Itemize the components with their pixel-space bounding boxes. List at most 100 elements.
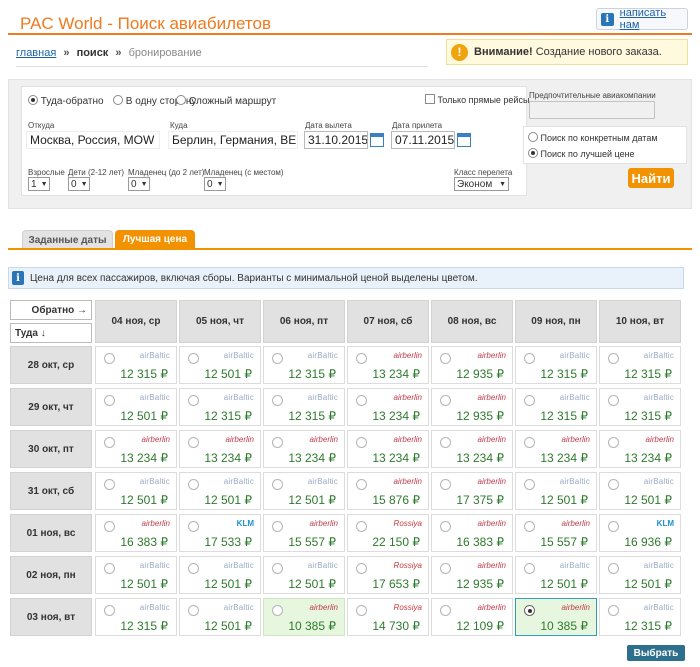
radio-icon[interactable] [188,479,199,490]
price-cell[interactable]: airberlin 15 557 ₽ [515,514,597,552]
price-cell[interactable]: airberlin 13 234 ₽ [347,430,429,468]
radio-icon[interactable] [104,395,115,406]
infants-seat-select[interactable]: 0 ▼ [204,177,226,191]
infants-select[interactable]: 0 ▼ [128,177,150,191]
tab-best-price[interactable]: Лучшая цена [115,230,195,249]
radio-icon[interactable] [608,353,619,364]
price-cell[interactable]: airBaltic 12 315 ₽ [179,388,261,426]
radio-icon[interactable] [440,479,451,490]
calendar-icon[interactable] [370,133,384,147]
radio-icon[interactable] [188,563,199,574]
price-cell[interactable]: KLM 16 936 ₽ [599,514,681,552]
price-cell[interactable]: airBaltic 12 501 ₽ [515,472,597,510]
price-cell[interactable]: airBaltic 12 315 ₽ [599,598,681,636]
price-cell[interactable]: airBaltic 12 501 ₽ [179,598,261,636]
radio-icon[interactable] [524,437,535,448]
price-cell[interactable]: airberlin 10 385 ₽ [263,598,345,636]
price-cell[interactable]: airberlin 13 234 ₽ [347,346,429,384]
radio-icon[interactable] [608,521,619,532]
radio-icon[interactable] [104,437,115,448]
price-cell[interactable]: airberlin 16 383 ₽ [95,514,177,552]
radio-icon[interactable] [524,521,535,532]
radio-icon[interactable] [356,563,367,574]
trip-type-roundtrip[interactable]: Туда-обратно [28,95,104,107]
radio-icon[interactable] [188,437,199,448]
radio-icon[interactable] [272,563,283,574]
price-cell[interactable]: airberlin 12 935 ₽ [431,388,513,426]
radio-icon[interactable] [272,353,283,364]
price-cell[interactable]: KLM 17 533 ₽ [179,514,261,552]
price-cell[interactable]: airberlin 13 234 ₽ [431,430,513,468]
airlines-field[interactable] [529,101,655,119]
price-cell[interactable]: airBaltic 12 501 ₽ [599,472,681,510]
radio-icon[interactable] [440,605,451,616]
tab-set-dates[interactable]: Заданные даты [22,230,113,249]
radio-icon[interactable] [528,148,538,158]
price-cell[interactable]: airBaltic 12 315 ₽ [263,346,345,384]
radio-icon[interactable] [608,395,619,406]
price-cell[interactable]: airBaltic 12 315 ₽ [263,388,345,426]
price-cell[interactable]: airBaltic 12 501 ₽ [179,472,261,510]
price-cell[interactable]: airBaltic 12 501 ₽ [95,388,177,426]
price-cell[interactable]: airBaltic 12 501 ₽ [263,556,345,594]
price-cell[interactable]: airBaltic 12 501 ₽ [95,556,177,594]
choose-button[interactable]: Выбрать [627,645,685,661]
radio-icon[interactable] [356,395,367,406]
price-cell[interactable]: airberlin 12 935 ₽ [431,556,513,594]
write-us-link[interactable]: написать нам [620,7,687,31]
price-cell[interactable]: airberlin 13 234 ₽ [95,430,177,468]
radio-icon[interactable] [608,605,619,616]
radio-icon[interactable] [176,95,186,105]
radio-icon[interactable] [524,395,535,406]
trip-type-complex[interactable]: Сложный маршрут [176,95,276,107]
return-date-field[interactable]: 07.11.2015 [391,131,455,149]
radio-icon[interactable] [104,479,115,490]
radio-icon[interactable] [356,479,367,490]
radio-icon[interactable] [188,521,199,532]
price-cell[interactable]: airberlin 17 375 ₽ [431,472,513,510]
breadcrumb-home-link[interactable]: главная [16,47,56,59]
radio-icon[interactable] [104,605,115,616]
radio-icon[interactable] [188,605,199,616]
price-cell[interactable]: airBaltic 12 315 ₽ [599,388,681,426]
price-cell[interactable]: airBaltic 12 315 ₽ [515,346,597,384]
class-select[interactable]: Эконом ▼ [454,177,509,191]
radio-icon[interactable] [356,437,367,448]
price-cell[interactable]: airBaltic 12 501 ₽ [515,556,597,594]
radio-icon[interactable] [440,563,451,574]
checkbox-icon[interactable] [425,94,435,104]
radio-icon[interactable] [272,437,283,448]
price-cell[interactable]: airBaltic 12 315 ₽ [599,346,681,384]
price-cell[interactable]: airberlin 13 234 ₽ [599,430,681,468]
radio-icon[interactable] [104,563,115,574]
radio-icon[interactable] [440,437,451,448]
price-cell[interactable]: airBaltic 12 501 ₽ [179,556,261,594]
children-select[interactable]: 0 ▼ [68,177,90,191]
radio-icon[interactable] [356,521,367,532]
to-field[interactable]: Берлин, Германия, BER [168,131,298,149]
mode-exact-dates[interactable]: Поиск по конкретным датам [528,132,658,143]
price-cell[interactable]: airBaltic 12 501 ₽ [179,346,261,384]
radio-icon[interactable] [440,353,451,364]
radio-icon[interactable] [272,521,283,532]
price-cell[interactable]: airberlin 13 234 ₽ [179,430,261,468]
price-cell[interactable]: airberlin 13 234 ₽ [347,388,429,426]
radio-icon[interactable] [608,479,619,490]
radio-icon[interactable] [272,395,283,406]
price-cell[interactable]: airBaltic 12 315 ₽ [95,598,177,636]
radio-icon[interactable] [272,479,283,490]
direct-only-checkbox[interactable]: Только прямые рейсы [425,94,529,105]
price-cell[interactable]: airBaltic 12 501 ₽ [599,556,681,594]
price-cell[interactable]: airberlin 15 557 ₽ [263,514,345,552]
find-button[interactable]: Найти [628,168,674,188]
radio-icon[interactable] [356,353,367,364]
radio-icon[interactable] [28,95,38,105]
radio-icon[interactable] [113,95,123,105]
depart-date-field[interactable]: 31.10.2015 [304,131,368,149]
price-cell[interactable]: Rossiya 17 653 ₽ [347,556,429,594]
radio-icon[interactable] [524,479,535,490]
radio-icon[interactable] [524,605,535,616]
radio-icon[interactable] [188,353,199,364]
radio-icon[interactable] [440,521,451,532]
price-cell[interactable]: airberlin 12 109 ₽ [431,598,513,636]
